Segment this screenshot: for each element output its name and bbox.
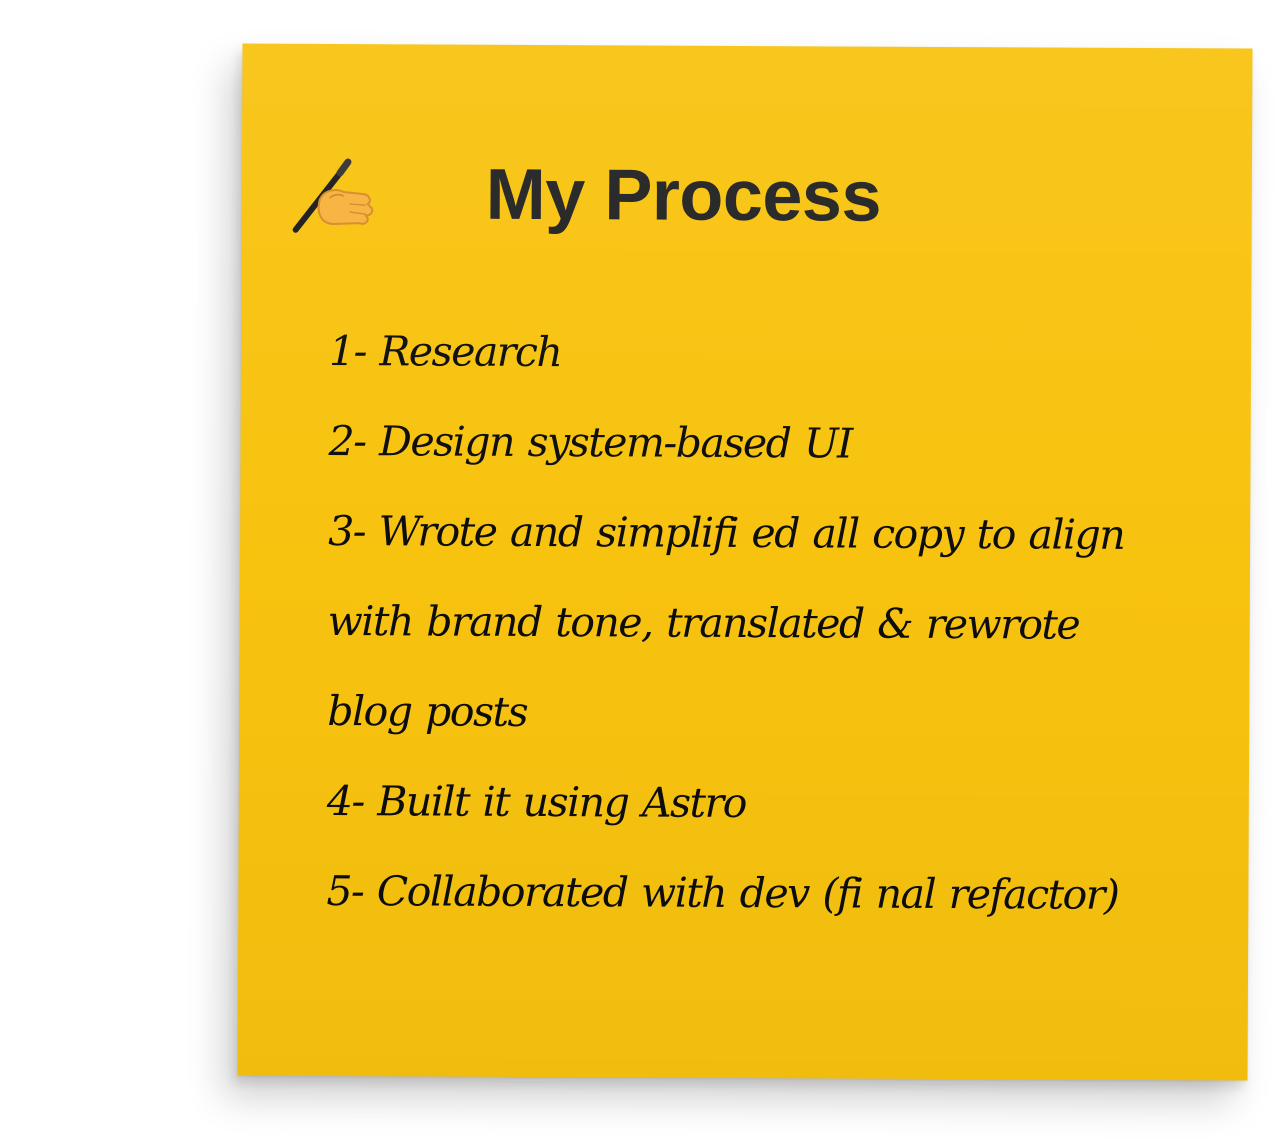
canvas: My Process 1- Research 2- Design system-… [0,0,1275,1147]
list-item: 2- Design system-based UI [328,416,852,468]
list-item: 3- Wrote and simplifi ed all copy to ali… [327,506,1125,736]
list-item: 1- Research [328,326,562,377]
writing-hand-icon [290,154,376,234]
list-item: 4- Built it using Astro [326,776,746,828]
process-steps-list: 1- Research 2- Design system-based UI 3-… [326,306,1159,940]
note-title: My Process [485,154,882,237]
list-item: 5- Collaborated with dev (fi nal refacto… [326,866,1119,919]
sticky-note: My Process 1- Research 2- Design system-… [237,43,1253,1081]
note-header: My Process [290,144,882,247]
